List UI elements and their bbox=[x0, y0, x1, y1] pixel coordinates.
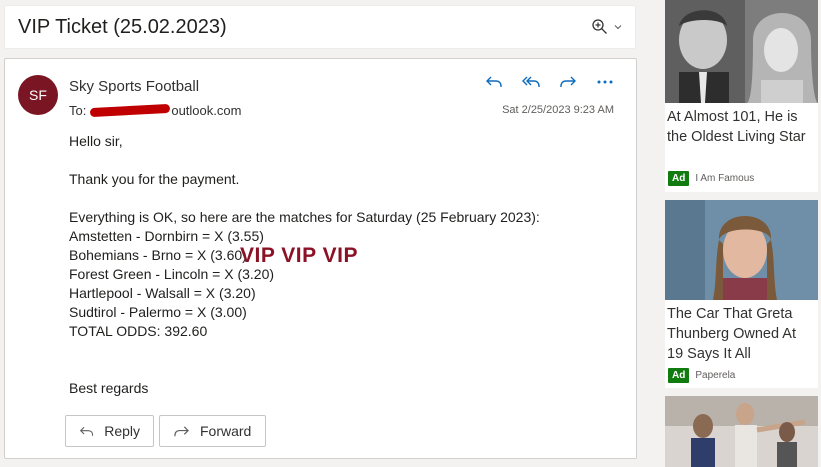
subject-bar: VIP Ticket (25.02.2023) bbox=[4, 5, 636, 49]
ad-badge: Ad bbox=[668, 171, 690, 186]
subject-title: VIP Ticket (25.02.2023) bbox=[18, 15, 227, 38]
ad-source: Ad I Am Famous bbox=[668, 171, 754, 186]
avatar[interactable]: SF bbox=[18, 75, 58, 115]
closing-line: Best regards bbox=[69, 380, 149, 396]
match-line: Sudtirol - Palermo = X (3.00) bbox=[69, 304, 247, 320]
forward-icon bbox=[560, 76, 576, 87]
forward-button[interactable]: Forward bbox=[159, 415, 266, 447]
ad-title[interactable]: At Almost 101, He is the Oldest Living S… bbox=[665, 103, 818, 147]
reply-action[interactable] bbox=[484, 72, 504, 92]
vip-watermark: VIP VIP VIP bbox=[240, 244, 358, 267]
ad-card[interactable] bbox=[665, 396, 818, 467]
forward-label: Forward bbox=[200, 423, 252, 439]
sent-date: Sat 2/25/2023 9:23 AM bbox=[502, 104, 614, 116]
ad-source: Ad Paperela bbox=[668, 368, 735, 383]
ad-image[interactable] bbox=[665, 200, 818, 300]
forward-icon bbox=[174, 425, 189, 436]
recipient-line: To: outlook.com bbox=[69, 103, 241, 118]
ad-card[interactable]: At Almost 101, He is the Oldest Living S… bbox=[665, 0, 818, 192]
thanks-line: Thank you for the payment. bbox=[69, 171, 240, 187]
ad-title[interactable]: The Car That Greta Thunberg Owned At 19 … bbox=[665, 300, 818, 364]
ad-badge: Ad bbox=[668, 368, 690, 383]
ad-source-name: I Am Famous bbox=[695, 173, 755, 184]
reply-all-icon bbox=[522, 76, 540, 87]
zoom-control[interactable] bbox=[591, 18, 623, 36]
chevron-down-icon bbox=[614, 25, 622, 30]
reply-row: Reply Forward bbox=[65, 415, 266, 447]
ad-card[interactable]: The Car That Greta Thunberg Owned At 19 … bbox=[665, 200, 818, 388]
more-actions[interactable] bbox=[595, 72, 615, 92]
forward-action[interactable] bbox=[558, 72, 578, 92]
total-odds-line: TOTAL ODDS: 392.60 bbox=[69, 323, 208, 339]
sender-name[interactable]: Sky Sports Football bbox=[69, 78, 199, 95]
to-label: To: bbox=[69, 103, 87, 118]
reply-icon bbox=[486, 76, 502, 87]
zoom-in-icon bbox=[592, 19, 607, 34]
recipient-domain[interactable]: outlook.com bbox=[171, 103, 241, 118]
redaction-mark bbox=[90, 103, 171, 118]
message-actions bbox=[484, 72, 615, 92]
match-line: Hartlepool - Walsall = X (3.20) bbox=[69, 285, 256, 301]
reply-button[interactable]: Reply bbox=[65, 415, 154, 447]
ad-image[interactable] bbox=[665, 396, 818, 467]
ad-source-name: Paperela bbox=[695, 370, 736, 381]
reply-all-action[interactable] bbox=[521, 72, 541, 92]
reply-icon bbox=[79, 426, 94, 436]
greeting-line: Hello sir, bbox=[69, 133, 123, 149]
message-card: SF Sky Sports Football To: outlook.com S… bbox=[4, 58, 637, 459]
reply-label: Reply bbox=[104, 423, 140, 439]
intro-line: Everything is OK, so here are the matche… bbox=[69, 209, 540, 225]
more-icon bbox=[597, 80, 613, 84]
ad-image[interactable] bbox=[665, 0, 818, 103]
